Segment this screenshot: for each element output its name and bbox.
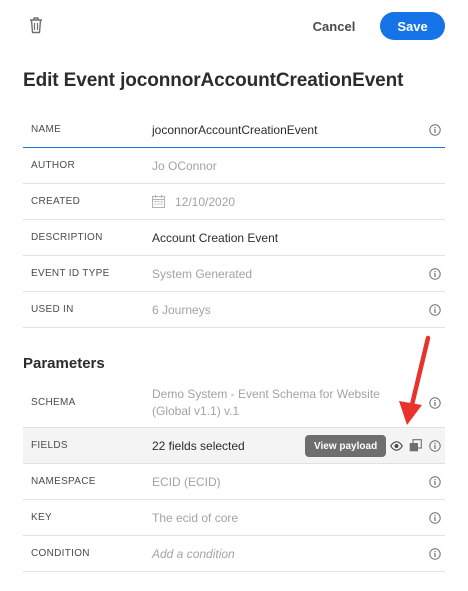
used-in-value: 6 Journeys (152, 302, 211, 317)
event-id-type-value: System Generated (152, 266, 253, 281)
info-icon[interactable] (429, 123, 441, 136)
info-icon[interactable] (429, 303, 441, 316)
description-label: DESCRIPTION (31, 232, 103, 243)
calendar-icon (152, 195, 165, 208)
namespace-value: ECID (ECID) (152, 474, 221, 489)
fields-row: FIELDS 22 fields selected View payload (23, 428, 445, 464)
namespace-label: NAMESPACE (31, 476, 96, 487)
name-input[interactable]: joconnorAccountCreationEvent (152, 112, 422, 147)
view-payload-tooltip: View payload (305, 435, 387, 457)
schema-value-line1: Demo System - Event Schema for Website (152, 386, 380, 401)
used-in-label: USED IN (31, 304, 74, 315)
event-details: NAME joconnorAccountCreationEvent AUTHOR… (23, 112, 445, 328)
schema-value-line2: (Global v1.1) v.1 (152, 403, 240, 418)
description-row: DESCRIPTION Account Creation Event (23, 220, 445, 256)
info-icon[interactable] (429, 547, 441, 560)
author-label: AUTHOR (31, 160, 76, 171)
name-label: NAME (31, 124, 62, 135)
key-value: The ecid of core (152, 510, 239, 525)
trash-icon[interactable] (28, 16, 44, 34)
cancel-button[interactable]: Cancel (306, 12, 362, 40)
author-value: Jo OConnor (152, 158, 217, 173)
copy-icon[interactable] (409, 439, 422, 452)
save-button[interactable]: Save (380, 12, 445, 40)
parameters-list: SCHEMA Demo System - Event Schema for We… (23, 378, 445, 572)
tooltip-tail (380, 442, 385, 450)
info-icon[interactable] (429, 439, 441, 452)
info-icon[interactable] (429, 475, 441, 488)
parameters-heading: Parameters (23, 355, 105, 372)
toolbar: Cancel Save (0, 0, 468, 52)
author-row: AUTHOR Jo OConnor (23, 148, 445, 184)
event-id-type-row: EVENT ID TYPE System Generated (23, 256, 445, 292)
info-icon[interactable] (429, 511, 441, 524)
namespace-row: NAMESPACE ECID (ECID) (23, 464, 445, 500)
created-label: CREATED (31, 196, 81, 207)
condition-row: CONDITION Add a condition (23, 536, 445, 572)
fields-label: FIELDS (31, 440, 68, 451)
schema-value: Demo System - Event Schema for Website (… (152, 378, 380, 427)
add-condition-link[interactable]: Add a condition (152, 536, 235, 571)
condition-label: CONDITION (31, 548, 90, 559)
schema-label: SCHEMA (31, 397, 76, 408)
fields-value[interactable]: 22 fields selected (152, 428, 245, 463)
name-row: NAME joconnorAccountCreationEvent (23, 112, 445, 148)
event-id-type-label: EVENT ID TYPE (31, 268, 110, 279)
eye-icon[interactable] (390, 440, 403, 452)
created-row: CREATED 12/10/2020 (23, 184, 445, 220)
info-icon[interactable] (429, 396, 441, 409)
key-row: KEY The ecid of core (23, 500, 445, 536)
schema-row: SCHEMA Demo System - Event Schema for We… (23, 378, 445, 428)
created-value: 12/10/2020 (175, 194, 236, 209)
page-title: Edit Event joconnorAccountCreationEvent (23, 70, 404, 91)
info-icon[interactable] (429, 267, 441, 280)
key-label: KEY (31, 512, 52, 523)
created-value-wrap: 12/10/2020 (152, 184, 235, 219)
description-input[interactable]: Account Creation Event (152, 220, 278, 255)
used-in-row: USED IN 6 Journeys (23, 292, 445, 328)
